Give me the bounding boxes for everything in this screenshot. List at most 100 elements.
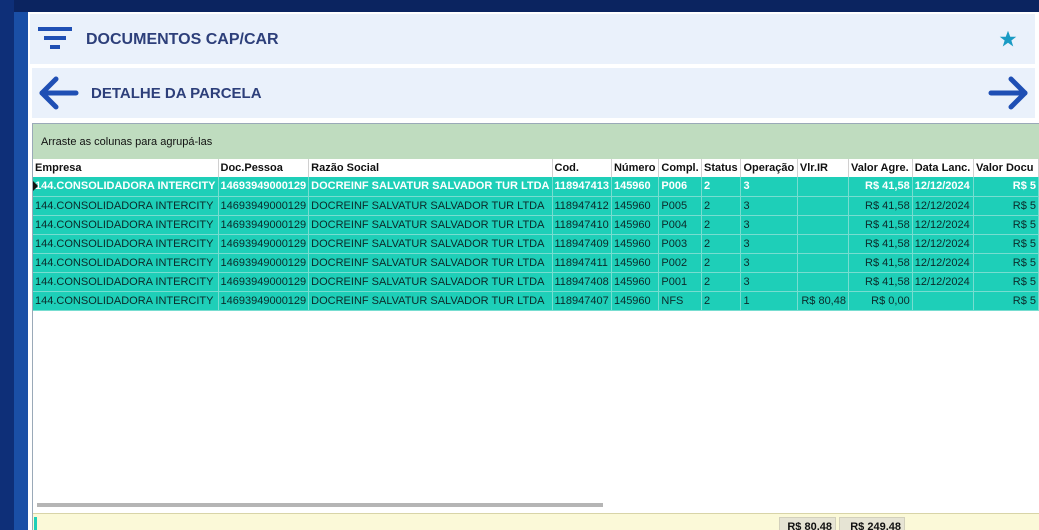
table-cell: 144.CONSOLIDADORA INTERCITY [33, 215, 219, 235]
table-cell [797, 253, 849, 273]
column-header[interactable]: Compl. [658, 159, 702, 177]
table-cell: 145960 [611, 196, 660, 216]
table-cell: 118947409 [552, 234, 612, 254]
table-cell [797, 234, 849, 254]
table-cell [797, 272, 849, 292]
table-cell: 14693949000129 [218, 177, 310, 197]
table-cell [797, 215, 849, 235]
table-cell: 2 [701, 215, 742, 235]
table-row[interactable]: 144.CONSOLIDADORA INTERCITY 1469394900012… [33, 234, 1039, 254]
table-row[interactable]: 144.CONSOLIDADORA INTERCITY 1469394900012… [33, 196, 1039, 216]
table-cell: 144.CONSOLIDADORA INTERCITY [33, 196, 219, 216]
table-cell: R$ 5 [973, 234, 1039, 254]
table-cell: DOCREINF SALVATUR SALVADOR TUR LTDA [308, 272, 553, 292]
table-cell: 118947408 [552, 272, 612, 292]
table-cell: 2 [701, 177, 742, 197]
table-cell: 118947411 [552, 253, 612, 273]
main-panel: DOCUMENTOS CAP/CAR DETALHE DA PARCELA Ar… [28, 12, 1039, 530]
table-cell: 118947407 [552, 291, 612, 311]
table-cell: 145960 [611, 291, 660, 311]
column-header[interactable]: Data Lanc. [912, 159, 975, 177]
table-cell: DOCREINF SALVATUR SALVADOR TUR LTDA [308, 253, 553, 273]
table-cell: R$ 5 [973, 196, 1039, 216]
table-cell: R$ 41,58 [848, 215, 913, 235]
table-cell: 3 [740, 196, 798, 216]
table-cell: 14693949000129 [218, 215, 310, 235]
table-cell: R$ 5 [973, 253, 1039, 273]
horizontal-scrollbar-thumb[interactable] [37, 503, 603, 507]
column-header[interactable]: Doc.Pessoa [218, 159, 310, 177]
table-cell: 12/12/2024 [912, 196, 975, 216]
row-indicator-icon [33, 181, 38, 191]
grid-footer-totals: R$ 80,48 R$ 249,48 [33, 513, 1039, 530]
grid-table: Empresa Doc.Pessoa Razão Social Cod. Número C… [33, 159, 1039, 311]
table-cell: 144.CONSOLIDADORA INTERCITY [33, 272, 219, 292]
table-cell: P003 [658, 234, 702, 254]
table-cell: NFS [658, 291, 702, 311]
table-cell: 14693949000129 [218, 272, 310, 292]
detail-title: DETALHE DA PARCELA [91, 85, 262, 102]
table-row[interactable]: 144.CONSOLIDADORA INTERCITY 1469394900012… [33, 291, 1039, 311]
table-cell: 2 [701, 196, 742, 216]
grid-body: Empresa Doc.Pessoa Razão Social Cod. Número C… [33, 159, 1039, 311]
table-cell: P004 [658, 215, 702, 235]
table-cell: 2 [701, 272, 742, 292]
table-cell: R$ 5 [973, 215, 1039, 235]
table-cell: 145960 [611, 215, 660, 235]
data-grid: Arraste as colunas para agrupá-las Empre… [32, 123, 1039, 530]
table-cell: 12/12/2024 [912, 215, 975, 235]
column-header[interactable]: Razão Social [308, 159, 553, 177]
grid-header-row: Empresa Doc.Pessoa Razão Social Cod. Número C… [33, 159, 1039, 177]
table-cell: DOCREINF SALVATUR SALVADOR TUR LTDA [308, 291, 553, 311]
table-cell: R$ 41,58 [848, 177, 913, 197]
group-by-panel[interactable]: Arraste as colunas para agrupá-las [33, 124, 1039, 159]
table-cell: 14693949000129 [218, 291, 310, 311]
column-header[interactable]: Valor Agre. [848, 159, 913, 177]
table-cell [797, 177, 849, 197]
table-cell: 144.CONSOLIDADORA INTERCITY [33, 234, 219, 254]
table-cell: 145960 [611, 272, 660, 292]
column-header[interactable]: Vlr.IR [797, 159, 849, 177]
table-cell: P001 [658, 272, 702, 292]
footer-accent [34, 517, 37, 530]
column-header[interactable]: Status [701, 159, 742, 177]
table-cell: 12/12/2024 [912, 234, 975, 254]
arrow-right-icon[interactable] [987, 76, 1031, 110]
table-cell: R$ 5 [973, 272, 1039, 292]
total-valor-agre: R$ 249,48 [839, 517, 905, 530]
table-cell: R$ 0,00 [848, 291, 913, 311]
filter-icon[interactable] [36, 24, 74, 54]
table-cell: R$ 41,58 [848, 234, 913, 254]
column-header[interactable]: Operação [740, 159, 798, 177]
table-cell: 144.CONSOLIDADORA INTERCITY [33, 177, 219, 197]
column-header[interactable]: Empresa [33, 159, 219, 177]
column-header[interactable]: Número [611, 159, 660, 177]
window-left-strip [0, 0, 14, 530]
detail-header: DETALHE DA PARCELA [32, 68, 1035, 118]
table-row[interactable]: 144.CONSOLIDADORA INTERCITY 1469394900012… [33, 253, 1039, 273]
window-top-strip [0, 0, 1039, 12]
table-cell: 2 [701, 253, 742, 273]
page-header: DOCUMENTOS CAP/CAR [30, 14, 1035, 64]
table-cell: 145960 [611, 234, 660, 254]
table-cell: 12/12/2024 [912, 177, 975, 197]
total-vlr-ir: R$ 80,48 [779, 517, 836, 530]
table-cell: R$ 80,48 [797, 291, 849, 311]
table-cell: 14693949000129 [218, 196, 310, 216]
table-cell: 144.CONSOLIDADORA INTERCITY [33, 253, 219, 273]
table-row[interactable]: 144.CONSOLIDADORA INTERCITY 1469394900012… [33, 215, 1039, 235]
table-row[interactable]: 144.CONSOLIDADORA INTERCITY 1469394900012… [33, 272, 1039, 292]
table-cell [797, 196, 849, 216]
arrow-left-icon[interactable] [36, 76, 80, 110]
table-cell: R$ 41,58 [848, 196, 913, 216]
table-cell: P006 [658, 177, 702, 197]
table-cell: R$ 41,58 [848, 253, 913, 273]
table-cell: 145960 [611, 253, 660, 273]
column-header[interactable]: Cod. [552, 159, 612, 177]
table-row[interactable]: 144.CONSOLIDADORA INTERCITY 1469394900012… [33, 177, 1039, 197]
table-cell: 12/12/2024 [912, 272, 975, 292]
column-header[interactable]: Valor Docu [973, 159, 1039, 177]
table-cell: 2 [701, 291, 742, 311]
star-icon[interactable] [999, 30, 1017, 48]
table-cell: 12/12/2024 [912, 253, 975, 273]
